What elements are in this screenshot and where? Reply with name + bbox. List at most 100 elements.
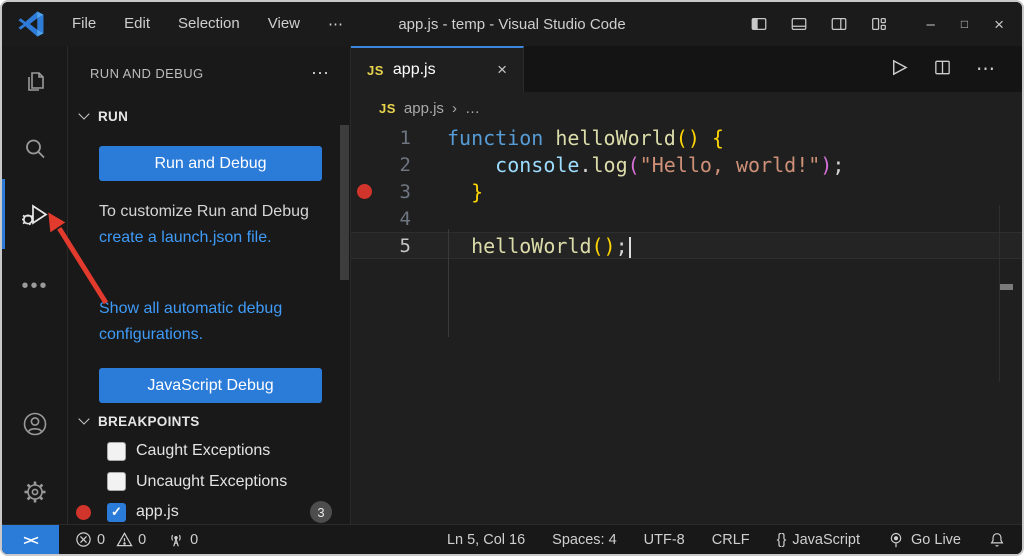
- breakpoint-label: Caught Exceptions: [136, 442, 271, 460]
- javascript-debug-button[interactable]: JavaScript Debug: [99, 368, 322, 403]
- indent-guide: [448, 229, 449, 337]
- braces-icon: {}: [776, 531, 787, 548]
- warning-count: 0: [138, 531, 147, 548]
- code-line-5[interactable]: 5 helloWorld();: [351, 232, 1022, 259]
- tab-appjs[interactable]: JS app.js ×: [351, 46, 524, 92]
- panel-title: RUN AND DEBUG: [90, 65, 204, 81]
- radio-tower-icon: [171, 534, 181, 546]
- line-number: 2: [399, 153, 411, 176]
- encoding-indicator[interactable]: UTF-8: [644, 532, 685, 548]
- create-launch-json-link[interactable]: create a launch.json file.: [99, 229, 272, 246]
- code-line-2[interactable]: 2 console.log("Hello, world!");: [351, 151, 1022, 178]
- editor-scrollbar-decoration[interactable]: [1000, 284, 1013, 290]
- chevron-down-icon: [78, 413, 90, 425]
- line-number: 5: [399, 234, 411, 257]
- breakpoint-row-uncaught-exceptions[interactable]: Uncaught Exceptions: [68, 467, 350, 498]
- editor-pane: JS app.js × ⋯ JS app.js › … 1 function h…: [350, 46, 1022, 524]
- panel-more-actions-icon[interactable]: ⋯: [311, 63, 330, 84]
- activity-bar: •••: [2, 46, 68, 524]
- toggle-primary-sidebar-icon[interactable]: [750, 15, 768, 33]
- run-section-label: RUN: [98, 108, 129, 124]
- code-line-4[interactable]: 4: [351, 205, 1022, 232]
- code-editor[interactable]: 1 function helloWorld() { 2 console.log(…: [351, 124, 1022, 524]
- line-number: 1: [399, 126, 411, 149]
- tab-bar: JS app.js × ⋯: [351, 46, 1022, 92]
- javascript-file-icon: JS: [379, 100, 396, 116]
- vscode-window: File Edit Selection View ⋯ app.js - temp…: [0, 0, 1024, 556]
- cursor-position-indicator[interactable]: Ln 5, Col 16: [447, 532, 525, 548]
- title-bar: File Edit Selection View ⋯ app.js - temp…: [2, 2, 1022, 46]
- menu-file[interactable]: File: [62, 11, 106, 37]
- breakpoint-label: app.js: [136, 503, 179, 521]
- menu-view[interactable]: View: [258, 11, 310, 37]
- error-icon: [76, 532, 91, 547]
- run-file-icon[interactable]: [888, 57, 909, 82]
- settings-gear-icon[interactable]: [2, 470, 68, 514]
- ports-count: 0: [190, 531, 199, 548]
- menu-bar: File Edit Selection View ⋯: [62, 11, 353, 37]
- notifications-bell-icon[interactable]: [988, 531, 1006, 549]
- breakpoint-dot-icon: [76, 504, 91, 520]
- breakpoint-dot-icon[interactable]: [356, 184, 372, 199]
- split-editor-icon[interactable]: [933, 58, 952, 81]
- tab-label: app.js: [392, 61, 436, 78]
- toggle-secondary-sidebar-icon[interactable]: [830, 15, 848, 33]
- warning-icon: [116, 532, 133, 547]
- hint-plain-text: To customize Run and Debug: [99, 203, 309, 220]
- language-mode-indicator[interactable]: {} JavaScript: [777, 532, 860, 548]
- customize-layout-icon[interactable]: [870, 15, 888, 33]
- line-number: 3: [399, 180, 411, 203]
- customize-hint-text: To customize Run and Debug create a laun…: [99, 199, 315, 251]
- section-run[interactable]: RUN: [68, 102, 350, 130]
- ports-indicator[interactable]: 0: [167, 531, 198, 549]
- section-breakpoints[interactable]: BREAKPOINTS: [68, 408, 350, 434]
- go-live-label: Go Live: [911, 531, 961, 548]
- sidebar-scrollbar[interactable]: [340, 125, 349, 280]
- chevron-down-icon: [78, 108, 90, 120]
- accounts-icon[interactable]: [2, 402, 68, 446]
- breakpoint-count-badge: 3: [310, 501, 332, 524]
- menu-selection[interactable]: Selection: [168, 11, 250, 37]
- text-cursor: [628, 236, 631, 258]
- explorer-icon[interactable]: [2, 60, 68, 104]
- menu-more-icon[interactable]: ⋯: [318, 11, 353, 37]
- remote-indicator[interactable]: ><: [2, 525, 59, 554]
- gutter[interactable]: [351, 184, 377, 199]
- run-and-debug-panel: RUN AND DEBUG ⋯ RUN Run and Debug To cus…: [68, 46, 350, 524]
- code-line-1[interactable]: 1 function helloWorld() {: [351, 124, 1022, 151]
- close-button[interactable]: ×: [994, 16, 1004, 33]
- search-icon[interactable]: [2, 127, 68, 171]
- breadcrumb-separator: ›: [451, 99, 457, 117]
- breadcrumb[interactable]: JS app.js › …: [351, 92, 1022, 124]
- go-live-button[interactable]: Go Live: [887, 531, 961, 549]
- menu-edit[interactable]: Edit: [114, 11, 160, 37]
- additional-views-icon[interactable]: •••: [2, 264, 68, 308]
- broadcast-icon: [890, 532, 902, 547]
- javascript-file-icon: JS: [367, 62, 384, 78]
- breakpoints-section-label: BREAKPOINTS: [98, 413, 200, 429]
- toggle-panel-icon[interactable]: [790, 15, 808, 33]
- code-line-3[interactable]: 3 }: [351, 178, 1022, 205]
- vscode-logo-icon: [18, 11, 44, 37]
- editor-overview-ruler: [999, 205, 1000, 382]
- breakpoint-row-caught-exceptions[interactable]: Caught Exceptions: [68, 436, 350, 467]
- appjs-breakpoint-checkbox[interactable]: ✓: [107, 502, 126, 522]
- tab-close-icon[interactable]: ×: [497, 60, 507, 80]
- maximize-button[interactable]: □: [961, 18, 968, 30]
- uncaught-exceptions-checkbox[interactable]: [107, 472, 126, 492]
- error-count: 0: [97, 531, 106, 548]
- breadcrumb-symbol-more[interactable]: …: [465, 100, 480, 117]
- run-and-debug-icon[interactable]: [2, 193, 68, 237]
- breadcrumb-file[interactable]: app.js: [404, 100, 444, 117]
- minimize-button[interactable]: –: [926, 17, 934, 32]
- caught-exceptions-checkbox[interactable]: [107, 441, 126, 461]
- line-number: 4: [399, 207, 411, 230]
- editor-more-actions-icon[interactable]: ⋯: [976, 58, 996, 81]
- eol-indicator[interactable]: CRLF: [712, 532, 750, 548]
- show-debug-configurations-link[interactable]: Show all automatic debug configurations.: [99, 296, 315, 348]
- language-label: JavaScript: [792, 531, 861, 548]
- breakpoint-row-appjs[interactable]: ✓ app.js 3: [68, 497, 350, 528]
- problems-indicator[interactable]: 0 0: [75, 531, 146, 548]
- indentation-indicator[interactable]: Spaces: 4: [552, 532, 617, 548]
- run-and-debug-button[interactable]: Run and Debug: [99, 146, 322, 181]
